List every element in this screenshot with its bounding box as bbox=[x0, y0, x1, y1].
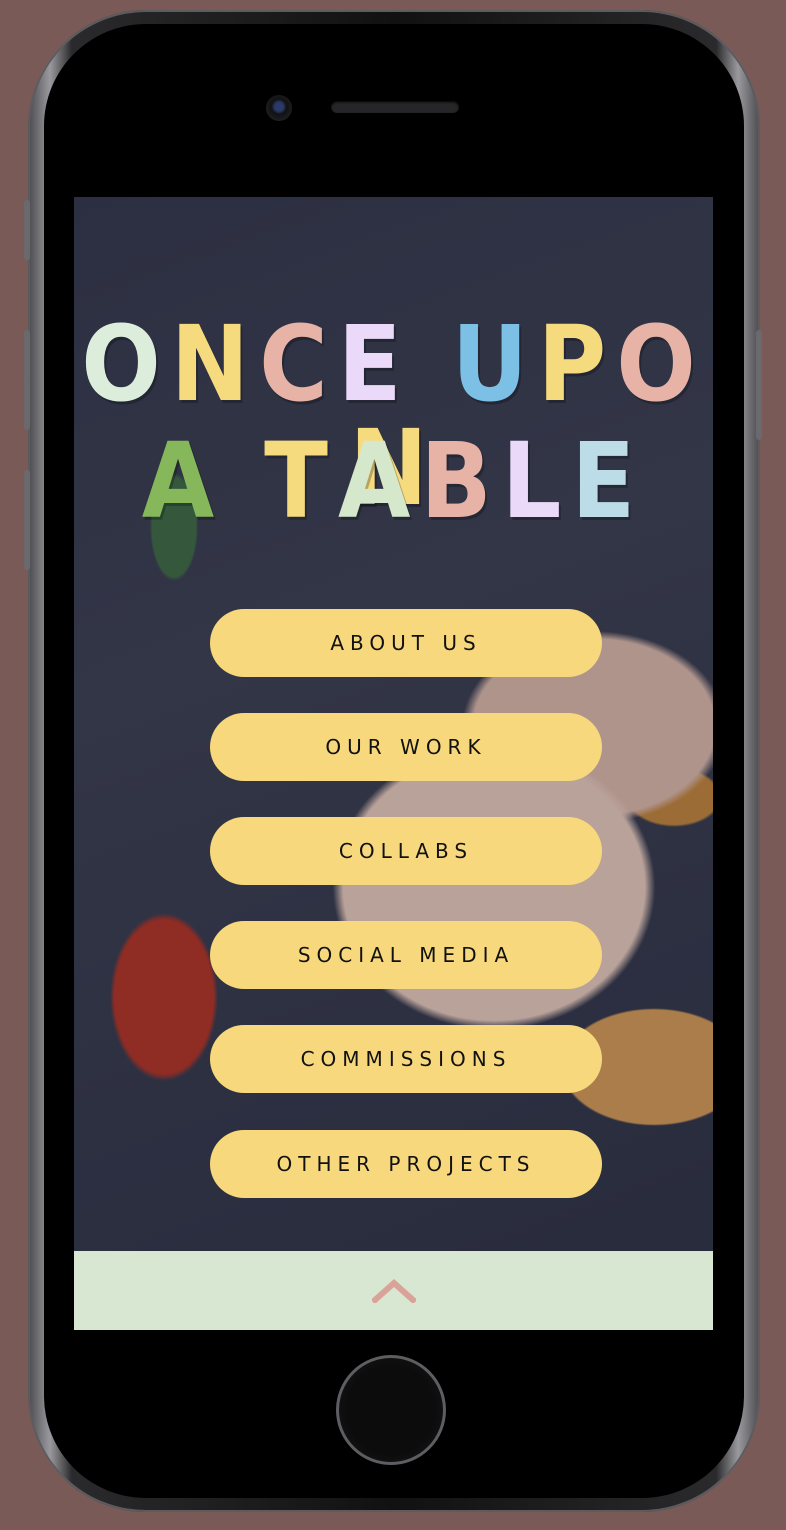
title-letter: U bbox=[451, 303, 538, 425]
title-letter: O bbox=[616, 303, 706, 425]
our-work-button[interactable]: OUR WORK bbox=[210, 713, 602, 781]
screen: ONCE UPON A TABLE ABOUT US OUR WORK COLLAB… bbox=[74, 197, 713, 1330]
site-title-line-2: A TABLE bbox=[74, 429, 713, 533]
commissions-button[interactable]: COMMISSIONS bbox=[210, 1025, 602, 1093]
title-letter: B bbox=[420, 420, 502, 542]
social-media-button[interactable]: SOCIAL MEDIA bbox=[210, 921, 602, 989]
title-letter: L bbox=[501, 420, 572, 542]
title-letter: N bbox=[170, 303, 260, 425]
earpiece-speaker bbox=[331, 101, 459, 113]
chevron-up-icon[interactable] bbox=[372, 1279, 416, 1303]
about-us-button[interactable]: ABOUT US bbox=[210, 609, 602, 677]
volume-down-button bbox=[24, 470, 30, 570]
title-letter: E bbox=[571, 420, 646, 542]
power-button bbox=[756, 330, 762, 440]
title-letter: P bbox=[537, 303, 617, 425]
title-letter: C bbox=[259, 303, 338, 425]
front-camera bbox=[266, 95, 292, 121]
mute-switch bbox=[24, 200, 30, 260]
title-letter: A bbox=[141, 420, 225, 542]
home-button[interactable] bbox=[336, 1355, 446, 1465]
volume-up-button bbox=[24, 330, 30, 430]
footer-bar bbox=[74, 1251, 713, 1330]
title-letter: O bbox=[81, 303, 171, 425]
collabs-button[interactable]: COLLABS bbox=[210, 817, 602, 885]
other-projects-button[interactable]: OTHER PROJECTS bbox=[210, 1130, 602, 1198]
title-letter: A bbox=[337, 420, 421, 542]
title-letter: E bbox=[337, 303, 412, 425]
title-letter: T bbox=[264, 420, 338, 542]
